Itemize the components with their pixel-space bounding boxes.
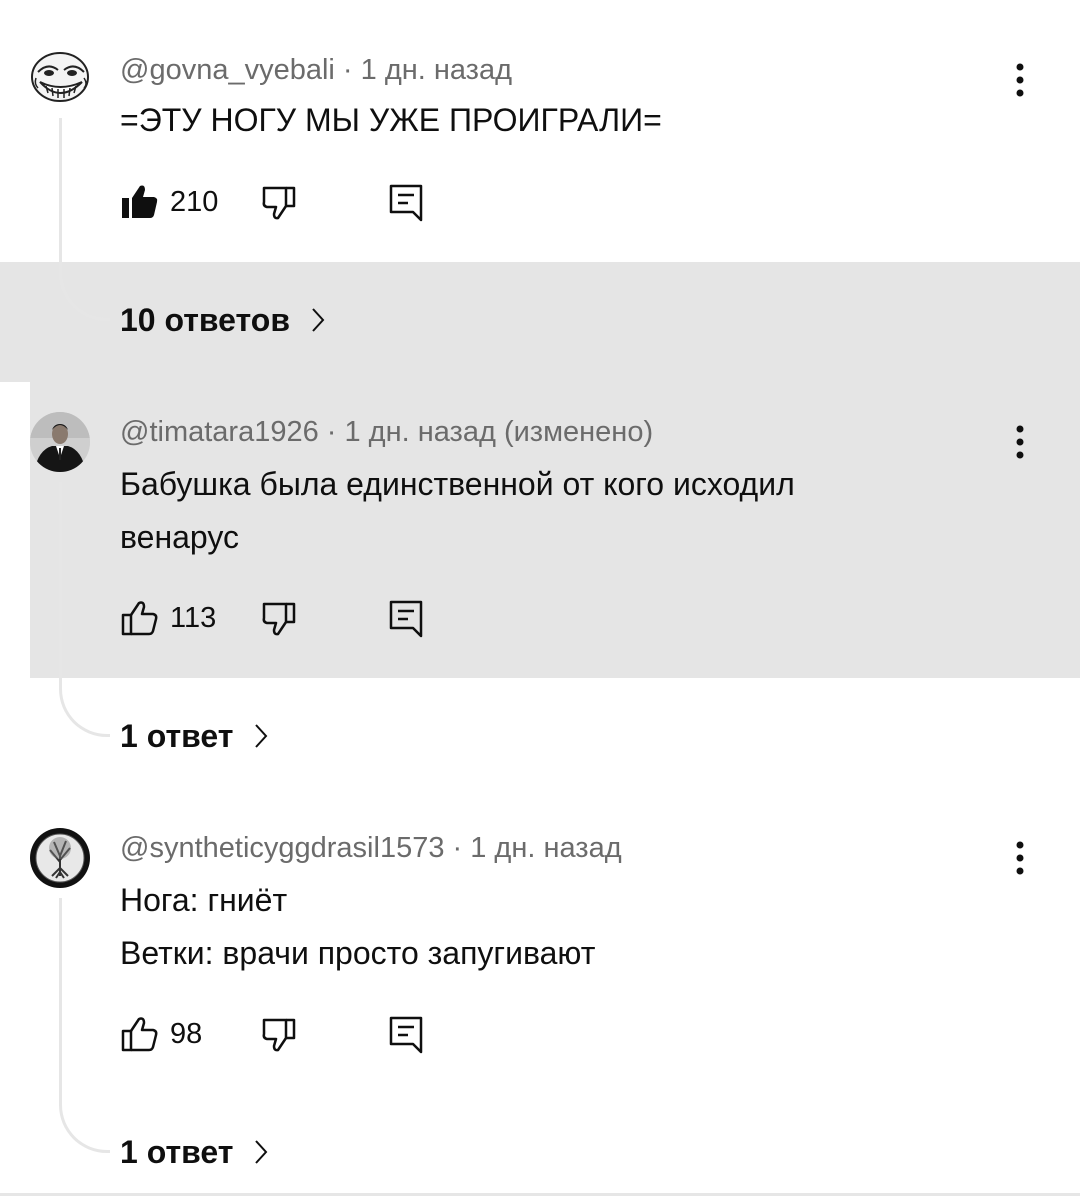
thread-line — [59, 898, 110, 1153]
chevron-right-icon — [311, 304, 325, 341]
chevron-right-icon — [254, 720, 268, 757]
comment-meta: @govna_vyebali · 1 дн. назад — [120, 54, 512, 87]
author-name[interactable]: @timatara1926 — [120, 416, 319, 448]
like-count: 98 — [170, 1018, 203, 1050]
replies-label: 10 ответов — [120, 302, 290, 338]
person-in-suit-avatar[interactable] — [30, 412, 90, 472]
view-replies-button[interactable]: 1 ответ — [120, 718, 268, 757]
like-icon[interactable] — [120, 598, 160, 638]
trollface-avatar[interactable] — [30, 48, 90, 108]
more-options-icon[interactable] — [1004, 420, 1036, 464]
view-replies-button[interactable]: 10 ответов — [120, 302, 325, 341]
timestamp: · 1 дн. назад — [334, 54, 513, 86]
like-icon[interactable] — [120, 1014, 160, 1054]
reply-icon[interactable] — [386, 182, 426, 222]
dislike-icon[interactable] — [260, 1014, 300, 1054]
reply-icon[interactable] — [386, 598, 426, 638]
thread-line — [59, 118, 110, 321]
like-filled-icon[interactable] — [120, 182, 160, 222]
replies-label: 1 ответ — [120, 1134, 234, 1170]
view-replies-button[interactable]: 1 ответ — [120, 1134, 268, 1173]
thread-line — [59, 482, 110, 737]
tree-avatar[interactable] — [30, 828, 90, 888]
like-count: 210 — [170, 186, 219, 218]
author-name[interactable]: @syntheticyggdrasil1573 — [120, 832, 444, 864]
comment-meta: @timatara1926 · 1 дн. назад (изменено) — [120, 416, 653, 449]
more-options-icon[interactable] — [1004, 58, 1036, 102]
author-name[interactable]: @govna_vyebali — [120, 54, 335, 86]
dislike-icon[interactable] — [260, 598, 300, 638]
timestamp: · 1 дн. назад (изменено) — [318, 416, 654, 448]
like-count: 113 — [170, 602, 217, 634]
chevron-right-icon — [254, 1136, 268, 1173]
comment-meta: @syntheticyggdrasil1573 · 1 дн. назад — [120, 832, 622, 865]
replies-label: 1 ответ — [120, 718, 234, 754]
more-options-icon[interactable] — [1004, 836, 1036, 880]
comment-text: Нога: гниёт Ветки: врачи просто запугива… — [120, 882, 596, 971]
comment-text: =ЭТУ НОГУ МЫ УЖЕ ПРОИГРАЛИ= — [120, 102, 662, 138]
reply-icon[interactable] — [386, 1014, 426, 1054]
dislike-icon[interactable] — [260, 182, 300, 222]
timestamp: · 1 дн. назад — [444, 832, 622, 864]
comment-text: Бабушка была единственной от кого исходи… — [120, 466, 795, 555]
